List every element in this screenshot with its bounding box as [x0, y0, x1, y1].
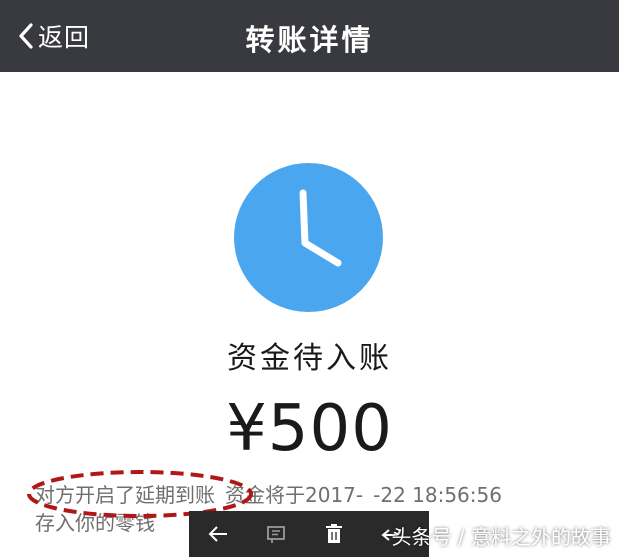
- page-title: 转账详情: [245, 23, 374, 57]
- navigation-bar: 返回 转账详情: [0, 0, 619, 72]
- watermark: 头条号 / 意料之外的故事: [391, 525, 611, 549]
- delete-button[interactable]: [305, 511, 363, 557]
- clock-icon: [234, 163, 383, 312]
- transfer-status-text: 资金待入账: [227, 341, 392, 376]
- transfer-amount: ¥500: [226, 392, 393, 466]
- back-arrow-button[interactable]: [189, 511, 247, 557]
- delay-notice-text: 对方开启了延期到账: [35, 483, 215, 507]
- arrival-time-prefix: 资金将于2017-: [225, 483, 364, 507]
- trash-icon: [326, 524, 342, 543]
- arrow-left-icon: [208, 526, 227, 542]
- comment-button[interactable]: [247, 511, 305, 557]
- arrival-time-suffix: -22 18:56:56: [373, 483, 502, 507]
- comment-icon: [267, 526, 285, 543]
